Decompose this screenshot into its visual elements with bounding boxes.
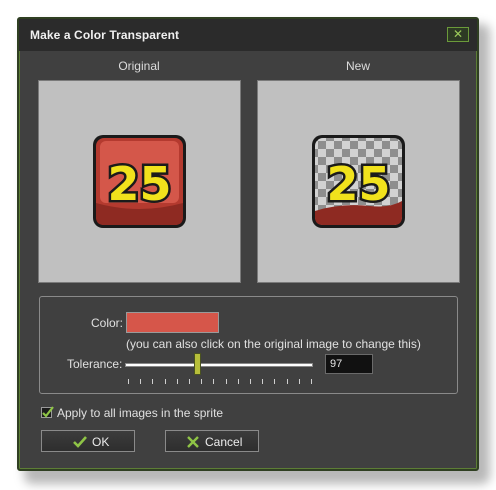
dialog-title: Make a Color Transparent [30,28,180,42]
checkbox-check-icon [42,406,54,418]
apply-all-checkbox[interactable] [41,406,54,418]
title-bar: Make a Color Transparent ✕ [19,19,477,51]
close-icon: ✕ [452,27,464,41]
checkmark-icon [73,436,87,448]
slider-tick [201,379,202,384]
slider-tick [287,379,288,384]
ok-button[interactable]: OK [41,430,135,452]
original-sprite-number: 25 [107,157,171,211]
slider-tick [189,379,190,384]
slider-tick [274,379,275,384]
slider-tick [177,379,178,384]
new-sprite-number: 25 [326,157,390,211]
slider-tick [311,379,312,384]
apply-all-label[interactable]: Apply to all images in the sprite [57,406,223,420]
slider-tick [213,379,214,384]
tolerance-value-field[interactable]: 97 [325,354,373,374]
cancel-button-label: Cancel [205,435,243,449]
original-sprite[interactable]: 25 [91,133,188,230]
cancel-button[interactable]: Cancel [165,430,259,452]
slider-tick [140,379,141,384]
slider-tick [299,379,300,384]
slider-tick [238,379,239,384]
close-button[interactable]: ✕ [447,27,469,42]
dialog-window: Make a Color Transparent ✕ Original 25 N… [17,17,479,471]
original-sprite-image: 25 [93,135,186,228]
settings-group: Color: (you can also click on the origin… [39,296,458,394]
new-preview: 25 [257,80,460,283]
tolerance-label: Tolerance: [67,357,123,371]
slider-tick [152,379,153,384]
new-label: New [345,59,370,73]
cross-icon [187,436,199,448]
new-sprite: 25 [310,133,407,230]
slider-tick [226,379,227,384]
tolerance-slider-thumb[interactable] [194,353,201,375]
original-label: Original [118,59,160,73]
ok-button-label: OK [92,435,110,449]
slider-tick [165,379,166,384]
tolerance-slider-track[interactable] [125,363,313,367]
color-swatch[interactable] [126,312,219,333]
tolerance-ticks [125,379,313,385]
new-sprite-image: 25 [312,135,405,228]
color-label: Color: [91,316,124,330]
slider-tick [128,379,129,384]
slider-tick [262,379,263,384]
slider-tick [250,379,251,384]
color-hint: (you can also click on the original imag… [126,337,421,351]
original-preview[interactable]: 25 [38,80,241,283]
